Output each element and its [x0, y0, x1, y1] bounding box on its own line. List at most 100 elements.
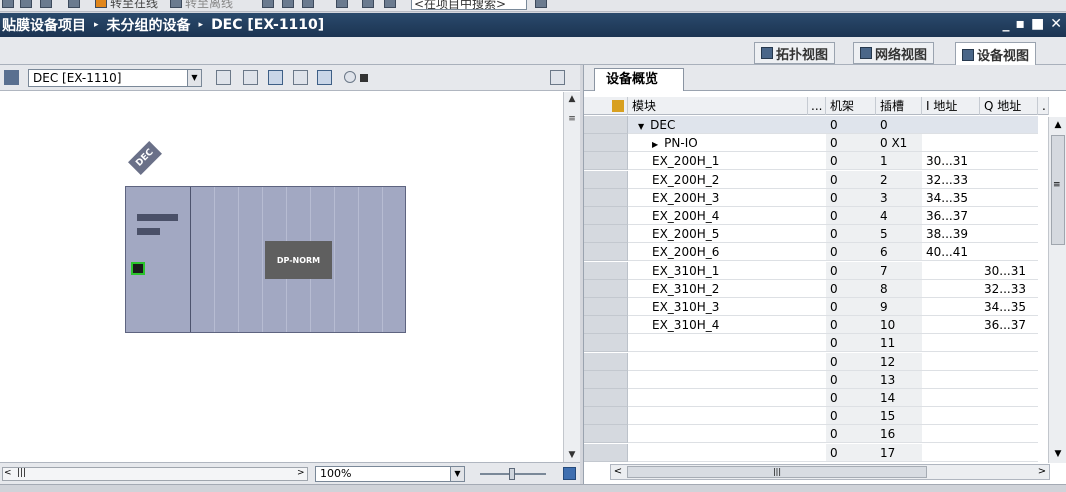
table-row[interactable]: EX_200H_6 0 6 40...41 — [584, 243, 1049, 262]
table-row[interactable]: ▼ DEC 0 0 — [584, 116, 1049, 134]
zoom-slider[interactable] — [480, 468, 546, 480]
cell-slot[interactable]: 13 — [876, 370, 922, 389]
row-gutter[interactable] — [584, 370, 628, 389]
cell-module[interactable]: EX_310H_3 — [628, 298, 808, 316]
cell-slot[interactable]: 10 — [876, 316, 922, 335]
chevron-down-icon[interactable]: ▼ — [450, 467, 464, 481]
row-gutter[interactable] — [584, 334, 628, 353]
row-gutter[interactable] — [584, 134, 628, 153]
scroll-down-icon[interactable]: ▼ — [1051, 447, 1065, 461]
cell-i[interactable]: 38...39 — [922, 225, 980, 244]
table-horizontal-scrollbar[interactable]: < ||| > — [610, 464, 1050, 480]
cell-i[interactable] — [922, 407, 980, 426]
scroll-up-icon[interactable]: ▲ — [1051, 118, 1065, 132]
cell-module[interactable]: EX_310H_1 — [628, 262, 808, 280]
cell-slot[interactable]: 5 — [876, 225, 922, 244]
cell-rack[interactable]: 0 — [826, 152, 876, 171]
row-gutter[interactable] — [584, 261, 628, 280]
row-gutter[interactable] — [584, 389, 628, 407]
close-window-icon[interactable] — [336, 0, 348, 8]
cell-module[interactable]: EX_200H_1 — [628, 152, 808, 171]
table-row[interactable]: EX_200H_2 0 2 32...33 — [584, 170, 1049, 189]
device-canvas[interactable]: DEC DP-NORM — [0, 92, 562, 462]
cell-module[interactable]: EX_310H_2 — [628, 280, 808, 298]
cell-q[interactable] — [980, 370, 1038, 389]
cell-i[interactable]: 36...37 — [922, 207, 980, 225]
cell-q[interactable] — [980, 225, 1038, 244]
scroll-thumb[interactable]: ||| — [627, 466, 927, 478]
row-gutter[interactable] — [584, 152, 628, 171]
cell-rack[interactable]: 0 — [826, 116, 876, 134]
print-icon[interactable] — [20, 0, 32, 8]
column-header-more[interactable]: ... — [808, 97, 826, 115]
column-header-module[interactable]: 模块 — [628, 97, 808, 115]
search-go-icon[interactable] — [535, 0, 547, 8]
cell-slot[interactable]: 12 — [876, 352, 922, 371]
row-gutter[interactable] — [584, 352, 628, 371]
cell-i[interactable] — [922, 389, 980, 407]
collapse-overview-icon[interactable] — [550, 70, 565, 85]
cell-slot[interactable]: 2 — [876, 170, 922, 189]
table-row[interactable]: EX_200H_1 0 1 30...31 — [584, 152, 1049, 171]
cell-q[interactable] — [980, 188, 1038, 207]
cell-slot[interactable]: 16 — [876, 425, 922, 444]
row-gutter[interactable] — [584, 279, 628, 298]
cell-i[interactable] — [922, 370, 980, 389]
cell-rack[interactable]: 0 — [826, 279, 876, 298]
column-header-slot[interactable]: 插槽 — [876, 97, 922, 115]
cell-rack[interactable]: 0 — [826, 389, 876, 407]
zoom-dropdown-icon[interactable] — [360, 74, 368, 82]
cell-slot[interactable]: 0 X1 — [876, 134, 922, 153]
device-select[interactable]: DEC [EX-1110] ▼ — [28, 69, 202, 87]
dp-norm-module[interactable]: DP-NORM — [265, 241, 332, 279]
cell-q[interactable]: 36...37 — [980, 316, 1038, 335]
table-row[interactable]: 0 16 — [584, 425, 1049, 444]
table-row[interactable]: 0 17 — [584, 443, 1049, 462]
table-row[interactable]: 0 13 — [584, 370, 1049, 389]
cell-q[interactable] — [980, 116, 1038, 134]
scroll-left-icon[interactable]: < — [611, 465, 625, 479]
cell-slot[interactable]: 17 — [876, 443, 922, 462]
cell-i[interactable]: 40...41 — [922, 243, 980, 262]
cell-slot[interactable]: 0 — [876, 116, 922, 134]
profinet-port-icon[interactable] — [131, 262, 145, 275]
split-vertical-icon[interactable] — [384, 0, 396, 8]
cell-q[interactable] — [980, 170, 1038, 189]
cell-i[interactable] — [922, 334, 980, 353]
table-row[interactable]: 0 14 — [584, 389, 1049, 407]
cell-module[interactable]: EX_310H_4 — [628, 316, 808, 335]
table-row[interactable]: EX_310H_3 0 9 34...35 — [584, 298, 1049, 316]
table-row[interactable]: 0 11 — [584, 334, 1049, 353]
cell-i[interactable] — [922, 352, 980, 371]
cell-q[interactable] — [980, 425, 1038, 444]
cell-rack[interactable]: 0 — [826, 334, 876, 353]
device-rack[interactable]: DP-NORM — [125, 186, 406, 333]
scroll-right-icon[interactable]: > — [297, 468, 305, 478]
table-row[interactable]: 0 12 — [584, 352, 1049, 371]
cell-q[interactable] — [980, 352, 1038, 371]
close-icon[interactable]: ✕ — [1050, 16, 1062, 32]
split-horizontal-icon[interactable] — [362, 0, 374, 8]
tab-network-view[interactable]: 网络视图 — [853, 42, 935, 64]
fit-view-icon[interactable] — [563, 467, 576, 480]
table-row[interactable]: EX_310H_4 0 10 36...37 — [584, 316, 1049, 335]
cell-rack[interactable]: 0 — [826, 188, 876, 207]
cell-slot[interactable]: 3 — [876, 188, 922, 207]
cell-q[interactable]: 32...33 — [980, 279, 1038, 298]
cell-rack[interactable]: 0 — [826, 316, 876, 335]
row-gutter[interactable] — [584, 116, 628, 134]
scroll-left-icon[interactable]: < — [4, 468, 12, 478]
cross-reference-icon[interactable] — [282, 0, 294, 8]
cell-slot[interactable]: 11 — [876, 334, 922, 353]
cell-i[interactable] — [922, 298, 980, 316]
restore-icon[interactable]: ▪ — [1016, 16, 1026, 32]
canvas-vertical-scrollbar[interactable]: ▲ ≡ ▼ — [563, 92, 580, 462]
show-names-icon[interactable] — [243, 70, 258, 85]
cell-i[interactable] — [922, 425, 980, 444]
cell-q[interactable] — [980, 334, 1038, 353]
cell-rack[interactable]: 0 — [826, 352, 876, 371]
cell-module[interactable] — [628, 407, 808, 426]
project-search-input[interactable]: <在项目中搜索> — [411, 0, 527, 10]
compare-icon[interactable] — [302, 0, 314, 8]
zoom-icon[interactable] — [344, 71, 356, 83]
